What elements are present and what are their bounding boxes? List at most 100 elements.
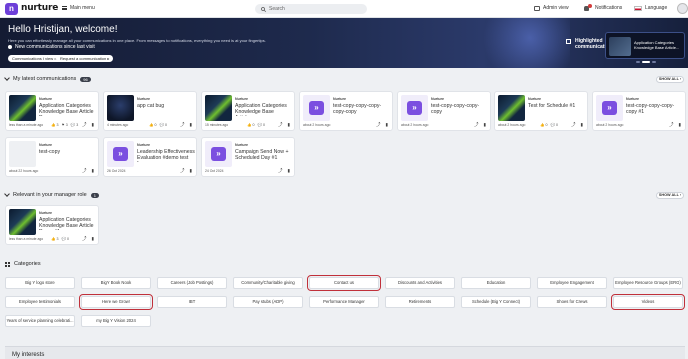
communication-card[interactable]: » Nurture Campaign Send Now + Scheduled Da…: [201, 137, 295, 177]
bookmark-icon[interactable]: ▮: [679, 122, 681, 128]
card-title[interactable]: Campaign Send Now + Scheduled Day #1: [235, 149, 293, 161]
share-icon[interactable]: ⤴: [571, 122, 576, 128]
card-source: Nurture: [235, 97, 248, 101]
comments-count[interactable]: 💬 3: [71, 123, 78, 127]
likes-count[interactable]: 👍 3: [51, 237, 58, 241]
category-button[interactable]: my Big Y Vision 2024: [81, 315, 151, 327]
communication-card[interactable]: Nurture Test for Schedule #1 about 2 hours…: [494, 91, 588, 131]
comments-count[interactable]: 💬 0: [257, 123, 264, 127]
bookmark-icon[interactable]: ▮: [92, 122, 94, 128]
notifications-button[interactable]: Notifications: [584, 3, 622, 11]
category-button[interactable]: Employee Resource Groups (ERG): [613, 277, 683, 289]
main-menu-button[interactable]: Main menu: [62, 5, 95, 11]
communication-card[interactable]: Nurture Application Categories Knowledge …: [201, 91, 295, 131]
admin-view-button[interactable]: Admin view: [534, 5, 569, 11]
category-button[interactable]: Careers (Job Postings): [157, 277, 227, 289]
category-button[interactable]: Big Y logo store: [5, 277, 75, 289]
bookmark-icon[interactable]: ▮: [386, 122, 388, 128]
communication-card[interactable]: » Nurture Leadership Effectiveness Evaluat…: [103, 137, 197, 177]
category-button[interactable]: Employee testimonials: [5, 296, 75, 308]
categories-header: Categories: [5, 261, 41, 267]
communication-card[interactable]: » Nurture test-copy-copy-copy-copy-copy abo…: [299, 91, 393, 131]
bookmark-icon[interactable]: ▮: [92, 168, 94, 174]
category-button[interactable]: Performance Manager: [309, 296, 379, 308]
bookmark-icon[interactable]: ▮: [288, 122, 290, 128]
share-icon[interactable]: ⤴: [669, 122, 674, 128]
card-title[interactable]: app cat bug: [137, 103, 195, 109]
category-button[interactable]: BigY Book Nook: [81, 277, 151, 289]
share-icon[interactable]: ⤴: [474, 122, 479, 128]
comments-count[interactable]: 💬 0: [61, 237, 68, 241]
category-button[interactable]: Discounts and Activities: [385, 277, 455, 289]
communication-card[interactable]: Nurture app cat bug 4 minutes ago 👍 0 💬 0 ⤴ ▮: [103, 91, 197, 131]
carousel-dot[interactable]: [652, 61, 656, 63]
card-title[interactable]: Leadership Effectiveness Evaluation #dem…: [137, 149, 195, 162]
communications-i-view-button[interactable]: Communications I view ▭: [8, 55, 63, 62]
card-title[interactable]: test-copy-copy-copy-copy: [431, 103, 489, 115]
manager-card[interactable]: Nurture Application Categories Knowledge…: [5, 205, 99, 245]
bookmark-icon[interactable]: ▮: [581, 122, 583, 128]
user-avatar[interactable]: [677, 3, 688, 14]
card-title[interactable]: test-copy: [39, 149, 97, 155]
brand-logo-icon[interactable]: n: [5, 3, 18, 15]
carousel-dot-active[interactable]: [642, 61, 650, 63]
info-icon: [8, 45, 12, 49]
request-communication-button[interactable]: Request a communication ▸: [56, 55, 114, 62]
category-button[interactable]: Here we Grow!: [79, 294, 153, 310]
category-button[interactable]: Years of service planning celebrati...: [5, 315, 75, 327]
likes-count[interactable]: 👍 0: [540, 123, 547, 127]
search-input[interactable]: Search: [255, 4, 367, 14]
carousel-dot[interactable]: [636, 61, 640, 63]
latest-show-all-button[interactable]: SHOW ALL ›: [656, 76, 684, 83]
card-title[interactable]: test-copy-copy-copy-copy #1: [626, 103, 684, 115]
carousel-dots[interactable]: [636, 61, 656, 63]
card-title[interactable]: Test for Schedule #1: [528, 103, 586, 109]
brand-name[interactable]: nurture: [21, 3, 58, 13]
category-button[interactable]: Retirements: [385, 296, 455, 308]
category-button[interactable]: IBT: [157, 296, 227, 308]
bookmark-icon[interactable]: ▮: [92, 236, 94, 242]
category-button[interactable]: Schedule (Big Y Connect): [461, 296, 531, 308]
likes-count[interactable]: 👍 0: [247, 123, 254, 127]
communication-card[interactable]: » Nurture test-copy-copy-copy-copy about 2 …: [397, 91, 491, 131]
card-actions: ⤴ ▮: [278, 168, 290, 174]
bell-icon: [584, 3, 592, 11]
share-icon[interactable]: ⤴: [278, 168, 283, 174]
bookmark-icon[interactable]: ▮: [484, 122, 486, 128]
share-icon[interactable]: ⤴: [180, 122, 185, 128]
bookmark-icon[interactable]: ▮: [288, 168, 290, 174]
category-button[interactable]: Pay stubs (ADP): [233, 296, 303, 308]
category-button[interactable]: Shoes for Crews: [537, 296, 607, 308]
card-title[interactable]: Application Categories Knowledge Base Ar…: [39, 217, 97, 230]
card-title[interactable]: test-copy-copy-copy-copy-copy: [333, 103, 391, 115]
share-icon[interactable]: ⤴: [82, 236, 87, 242]
communication-card[interactable]: » Nurture test-copy-copy-copy-copy #1 about…: [592, 91, 686, 131]
highlighted-card[interactable]: Application Categories Knowledge Base Ar…: [605, 32, 685, 59]
latest-section-header[interactable]: My latest communications 96: [4, 75, 91, 82]
share-icon[interactable]: ⤴: [376, 122, 381, 128]
card-title[interactable]: Application Categories Knowledge Base Ar…: [39, 103, 97, 116]
share-icon[interactable]: ⤴: [82, 122, 87, 128]
manager-show-all-button[interactable]: SHOW ALL ›: [656, 192, 684, 199]
category-button[interactable]: Contact us: [307, 275, 381, 291]
comments-count[interactable]: 💬 0: [159, 123, 166, 127]
category-button[interactable]: Education: [461, 277, 531, 289]
share-icon[interactable]: ⤴: [82, 168, 87, 174]
communication-card[interactable]: Nurture test-copy about 22 hours ago ⤴ ▮: [5, 137, 99, 177]
views-count[interactable]: ⚑ 3: [61, 123, 67, 127]
bookmark-icon[interactable]: ▮: [190, 122, 192, 128]
share-icon[interactable]: ⤴: [278, 122, 283, 128]
likes-count[interactable]: 👍 0: [149, 123, 156, 127]
bookmark-icon[interactable]: ▮: [190, 168, 192, 174]
category-button[interactable]: Videos: [611, 294, 685, 310]
category-button[interactable]: Employee Engagement: [537, 277, 607, 289]
language-button[interactable]: Language: [634, 5, 667, 11]
card-title[interactable]: Application Categories Knowledge Base Ar…: [235, 103, 293, 116]
category-button[interactable]: Community/Charitable giving: [233, 277, 303, 289]
share-icon[interactable]: ⤴: [180, 168, 185, 174]
communication-card[interactable]: Nurture Application Categories Knowledge …: [5, 91, 99, 131]
manager-section-header[interactable]: Relevant in your manager role 1: [4, 191, 99, 198]
likes-count[interactable]: 👍 3: [51, 123, 58, 127]
comments-count[interactable]: 💬 0: [550, 123, 557, 127]
card-actions: ⤴ ▮: [82, 236, 94, 242]
